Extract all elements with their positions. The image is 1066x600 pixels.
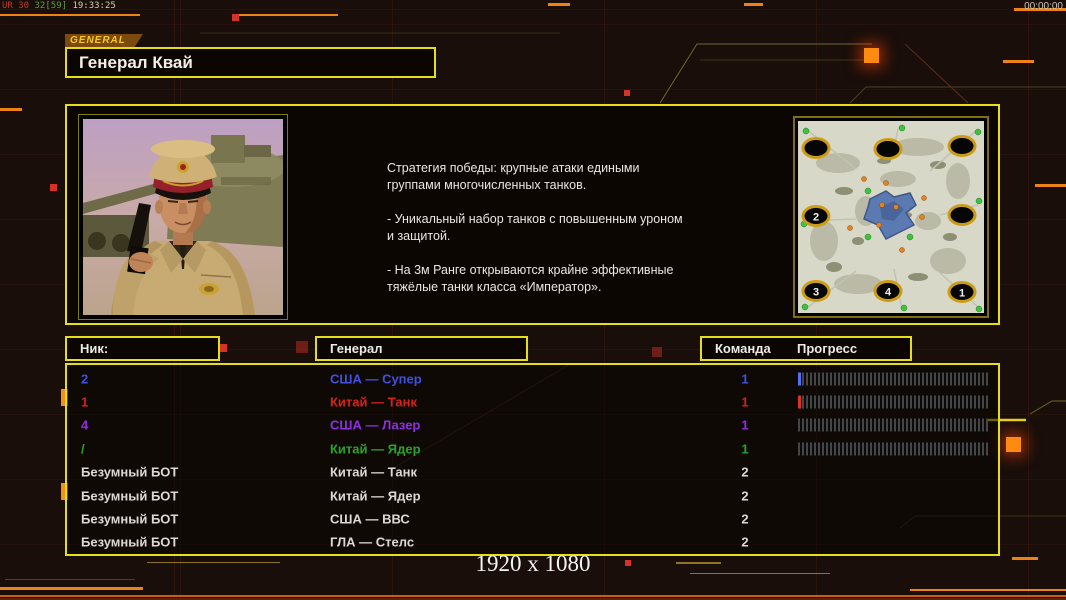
deco-shape [232,14,239,21]
player-general: США — ВВС [330,512,410,527]
general-header-label: Генерал [330,341,382,356]
start-position-label: 3 [813,287,819,299]
fps-overlay: UR 30 32[59] 19:33:25 [2,1,116,11]
load-progress-bar [798,372,988,385]
load-progress-bar [798,419,988,432]
player-row: 4 США — Лазер 1 [67,414,998,437]
progress-tick [798,396,801,409]
deco-shape [910,589,1066,591]
map-preview-image: 2 3 4 1 [798,121,984,313]
deco-shape [50,184,57,191]
fps-overlay-segment: 19:33:25 [72,1,115,11]
deco-shape [219,344,227,352]
player-team: 2 [715,465,775,480]
player-row: / Китай — Ядер 1 [67,437,998,460]
player-team: 1 [715,371,775,386]
nick-header-label: Ник: [80,341,108,356]
player-row: Безумный БОТ США — ВВС 2 [67,507,998,530]
start-position-label: 2 [813,212,819,224]
page-title: Генерал Квай [67,53,193,73]
fps-overlay-segment: UR 30 [2,1,35,11]
general-portrait-image [83,119,283,315]
player-nick: Безумный БОТ [81,488,178,503]
player-team: 2 [715,512,775,527]
map-thumbnail: 2 3 4 1 [793,116,989,318]
progress-tick [798,372,801,385]
player-row: 2 США — Супер 1 [67,367,998,390]
player-general: ГЛА — Стелс [330,535,414,550]
resolution-label: 1920 x 1080 [476,551,591,577]
fps-overlay-segment: 32[59] [35,1,73,11]
column-header-team-progress: Команда Прогресс [700,336,912,361]
deco-shape [1035,184,1066,187]
deco-shape [0,108,22,111]
player-nick: Безумный БОТ [81,535,178,550]
deco-shape [0,595,1066,597]
player-row: Безумный БОТ Китай — Танк 2 [67,461,998,484]
player-general: США — Лазер [330,418,420,433]
deco-shape [1012,557,1038,560]
player-row: 1 Китай — Танк 1 [67,390,998,413]
player-team: 1 [715,441,775,456]
deco-shape [1003,60,1034,63]
general-portrait [78,114,288,320]
player-nick: / [81,441,85,456]
player-general: Китай — Танк [330,395,417,410]
deco-shape [5,579,135,580]
tab-general: GENERAL [65,34,143,48]
column-header-nick: Ник: [65,336,220,361]
player-row: Безумный БОТ Китай — Ядер 2 [67,484,998,507]
general-description: Стратегия победы: крупные атаки едиными … [387,160,727,296]
deco-shape [0,587,143,590]
deco-shape [296,341,308,353]
match-timer: 00:00:00 [1024,1,1063,12]
team-header-label: Команда [715,341,771,356]
player-team: 2 [715,535,775,550]
start-position-label: 4 [885,287,892,299]
deco-shape [1006,437,1021,452]
deco-shape [690,573,830,574]
deco-shape [625,560,631,566]
deco-shape [0,14,140,16]
player-general: Китай — Танк [330,465,417,480]
player-general: Китай — Ядер [330,488,421,503]
player-team: 1 [715,395,775,410]
player-general: США — Супер [330,371,422,386]
deco-shape [147,562,280,563]
deco-shape [864,48,879,63]
load-progress-bar [798,396,988,409]
player-general: Китай — Ядер [330,441,421,456]
column-header-general: Генерал [315,336,528,361]
player-nick: 4 [81,418,88,433]
deco-shape [548,3,570,6]
game-lobby-screen: UR 30 32[59] 19:33:25 00:00:00 GENERAL Г… [0,0,1066,600]
player-team: 1 [715,418,775,433]
general-info-panel: Стратегия победы: крупные атаки едиными … [65,104,1000,325]
player-nick: Безумный БОТ [81,465,178,480]
deco-shape [624,90,630,96]
deco-shape [676,562,721,564]
deco-shape [652,347,662,357]
progress-header-label: Прогресс [797,341,857,356]
deco-shape [233,14,338,16]
deco-shape [744,3,763,6]
player-nick: 2 [81,371,88,386]
start-position-label: 1 [959,288,965,300]
player-nick: 1 [81,395,88,410]
player-team: 2 [715,488,775,503]
players-table: 2 США — Супер 1 1 Китай — Танк 1 4 США — Лазер 1… [65,363,1000,556]
load-progress-bar [798,442,988,455]
general-title-box: Генерал Квай [65,47,436,78]
player-nick: Безумный БОТ [81,512,178,527]
